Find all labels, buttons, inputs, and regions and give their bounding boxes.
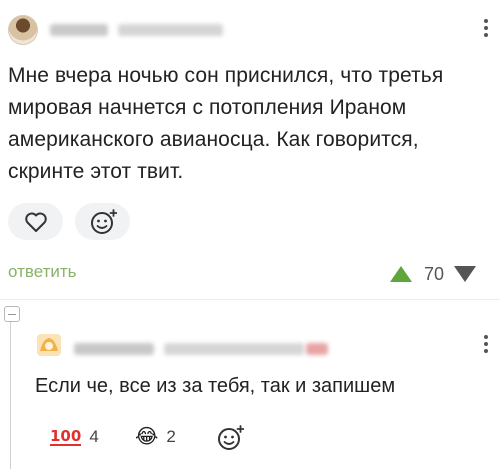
reply-text: Если че, все из за тебя, так и запишем [35,375,396,397]
comment-menu-icon[interactable] [483,19,489,37]
heart-icon [24,212,47,232]
like-button[interactable] [8,203,63,240]
reply-link[interactable]: ответить [8,262,77,282]
thread-line[interactable] [10,322,11,469]
reaction-count: 4 [89,427,99,446]
reaction-hundred[interactable]: 100 4 [50,420,99,454]
author-avatar[interactable] [8,15,38,45]
comment-text: Мне вчера ночью сон приснился, что треть… [8,64,444,183]
add-reaction-button[interactable] [75,203,130,240]
rating-count: 70 [424,263,445,284]
add-emoji-icon [218,425,244,450]
vote-controls: 70 [388,262,478,286]
thread-divider [0,299,500,300]
author-name-blurred[interactable] [50,24,108,36]
reply-add-reaction-button[interactable] [204,420,256,456]
upvote-icon[interactable] [388,264,414,284]
hundred-points-icon: 100 [50,427,82,446]
reaction-tears-of-joy[interactable]: 😂 2 [135,420,176,454]
add-emoji-icon [90,208,117,234]
downvote-icon[interactable] [452,264,478,284]
tears-of-joy-icon: 😂 [135,426,159,448]
reaction-count: 2 [166,427,176,446]
reply-author-meta-blurred [164,343,304,355]
reply-menu-icon[interactable] [483,335,489,353]
reply-author-badge-blurred [306,343,328,355]
author-meta-blurred [118,24,223,36]
collapse-thread-button[interactable] [4,306,20,322]
reply-author-avatar[interactable] [36,333,62,357]
reply-author-name-blurred[interactable] [74,343,154,355]
